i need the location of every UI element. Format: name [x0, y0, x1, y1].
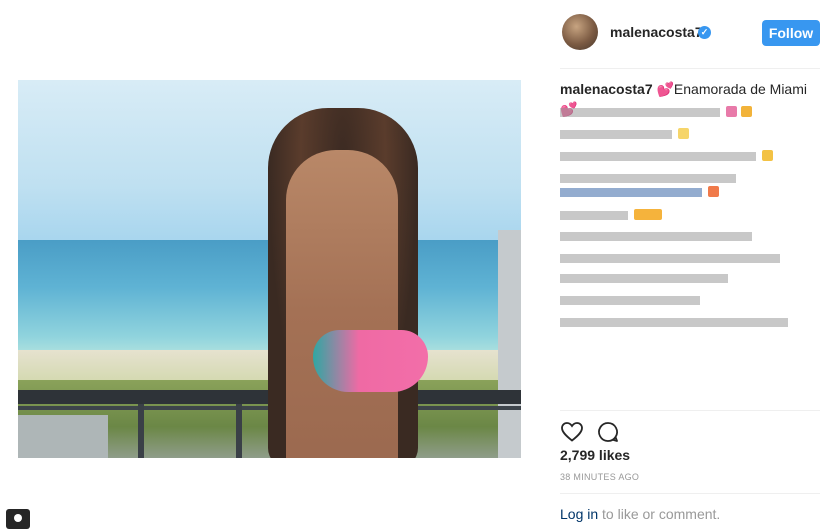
obscured-caption-line: [560, 228, 754, 241]
photo-building-left: [18, 415, 108, 458]
photo-bikini-top: [313, 330, 428, 392]
comment-icon[interactable]: [596, 420, 620, 444]
obscured-caption-line: [560, 126, 689, 139]
footer-divider: [560, 493, 820, 494]
login-prompt: Log in to like or comment.: [560, 506, 720, 522]
obscured-caption-line: [560, 270, 730, 283]
post-username[interactable]: malenacosta7: [610, 24, 703, 40]
login-prompt-text: to like or comment.: [598, 506, 721, 522]
post-photo[interactable]: [18, 80, 521, 458]
verified-badge-icon: ✓: [698, 26, 711, 39]
photo-railing-post: [138, 404, 144, 458]
obscured-caption-line: [560, 207, 662, 220]
post-header: malenacosta7 ✓ Follow: [540, 0, 839, 68]
likes-count[interactable]: 2,799 likes: [560, 447, 630, 463]
obscured-caption-line: [560, 184, 719, 197]
header-divider: [560, 68, 820, 69]
avatar[interactable]: [562, 14, 598, 50]
obscured-caption-line: [560, 148, 773, 161]
obscured-caption-line: [560, 170, 738, 183]
photo-building: [498, 230, 521, 458]
follow-button[interactable]: Follow: [762, 20, 820, 46]
heart-icon[interactable]: [560, 420, 584, 444]
obscured-caption-line: [560, 104, 752, 117]
post-media-area: [0, 0, 540, 532]
caption-username[interactable]: malenacosta7: [560, 81, 653, 97]
post-timestamp: 38 MINUTES AGO: [560, 472, 640, 482]
actions-divider: [560, 410, 820, 411]
photo-railing-post: [236, 404, 242, 458]
obscured-caption-line: [560, 250, 782, 263]
login-link[interactable]: Log in: [560, 506, 598, 522]
obscured-caption-line: [560, 314, 790, 327]
obscured-caption-line: [560, 292, 702, 305]
post-sidebar: malenacosta7 ✓ Follow malenacosta7 💕Enam…: [540, 0, 839, 532]
photo-person-body: [286, 150, 398, 458]
share-icon[interactable]: [6, 509, 30, 529]
